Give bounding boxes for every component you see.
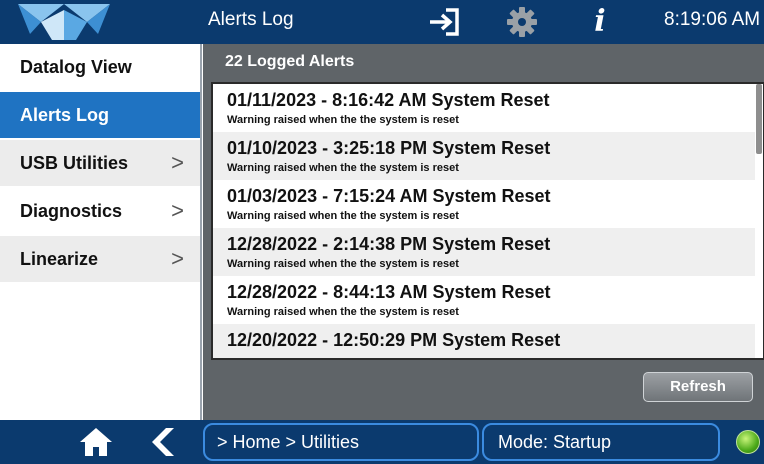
sidebar-item-diagnostics[interactable]: Diagnostics > [0, 188, 200, 234]
list-item[interactable]: 01/10/2023 - 3:25:18 PM System Reset War… [213, 132, 757, 180]
status-globe-icon [736, 430, 760, 454]
top-bar: Alerts Log i 8:19:06 AM [0, 0, 764, 44]
main-panel: 22 Logged Alerts 01/11/2023 - 8:16:42 AM… [203, 44, 764, 420]
alert-title: 01/11/2023 - 8:16:42 AM System Reset [227, 90, 550, 110]
alert-description: Warning raised when the the system is re… [227, 258, 459, 270]
logged-alerts-count: 22 Logged Alerts [225, 53, 355, 70]
alert-description: Warning raised when the the system is re… [227, 210, 459, 222]
sidebar-item-datalog-view[interactable]: Datalog View [0, 44, 200, 90]
exit-icon[interactable] [424, 2, 464, 42]
list-item[interactable]: 12/28/2022 - 2:14:38 PM System Reset War… [213, 228, 757, 276]
alert-title: 01/10/2023 - 3:25:18 PM System Reset [227, 138, 551, 158]
sidebar-item-label: Alerts Log [20, 105, 110, 125]
alert-title: 12/20/2022 - 12:50:29 PM System Reset [227, 330, 561, 350]
alert-description: Warning raised when the the system is re… [227, 114, 459, 126]
scrollbar[interactable] [755, 84, 763, 358]
list-item[interactable]: 12/28/2022 - 8:44:13 AM System Reset War… [213, 276, 757, 324]
alert-description: Warning raised when the the system is re… [227, 162, 459, 174]
scroll-thumb[interactable] [756, 84, 762, 154]
alert-description: Warning raised when the the system is re… [227, 306, 459, 318]
sidebar-item-linearize[interactable]: Linearize > [0, 236, 200, 282]
list-item[interactable]: 01/03/2023 - 7:15:24 AM System Reset War… [213, 180, 757, 228]
page-title: Alerts Log [208, 9, 294, 30]
gear-icon[interactable] [503, 3, 541, 41]
info-icon[interactable]: i [580, 2, 620, 42]
chevron-right-icon: > [171, 246, 184, 271]
alert-title: 12/28/2022 - 8:44:13 AM System Reset [227, 282, 551, 302]
back-icon[interactable] [146, 426, 176, 458]
alert-title: 01/03/2023 - 7:15:24 AM System Reset [227, 186, 551, 206]
refresh-button[interactable]: Refresh [643, 372, 753, 402]
logo-icon [0, 0, 200, 44]
breadcrumb: > Home > Utilities [203, 423, 479, 461]
sidebar-item-alerts-log[interactable]: Alerts Log [0, 92, 200, 138]
clock: 8:19:06 AM [664, 9, 761, 30]
sidebar-item-label: USB Utilities [20, 153, 129, 173]
alert-title: 12/28/2022 - 2:14:38 PM System Reset [227, 234, 551, 254]
list-item[interactable]: 01/11/2023 - 8:16:42 AM System Reset War… [213, 84, 757, 132]
sidebar-item-label: Datalog View [20, 57, 132, 77]
mode-status: Mode: Startup [482, 423, 720, 461]
sidebar-item-label: Diagnostics [20, 201, 123, 221]
list-item[interactable]: 12/20/2022 - 12:50:29 PM System Reset [213, 324, 757, 358]
alerts-list[interactable]: 01/11/2023 - 8:16:42 AM System Reset War… [211, 82, 764, 360]
chevron-right-icon: > [171, 198, 184, 223]
sidebar: Datalog View Alerts Log USB Utilities > … [0, 44, 202, 420]
sidebar-item-usb-utilities[interactable]: USB Utilities > [0, 140, 200, 186]
sidebar-item-label: Linearize [20, 249, 99, 269]
chevron-right-icon: > [171, 150, 184, 175]
home-icon[interactable] [78, 426, 114, 458]
bottom-bar: > Home > Utilities Mode: Startup [0, 420, 764, 464]
